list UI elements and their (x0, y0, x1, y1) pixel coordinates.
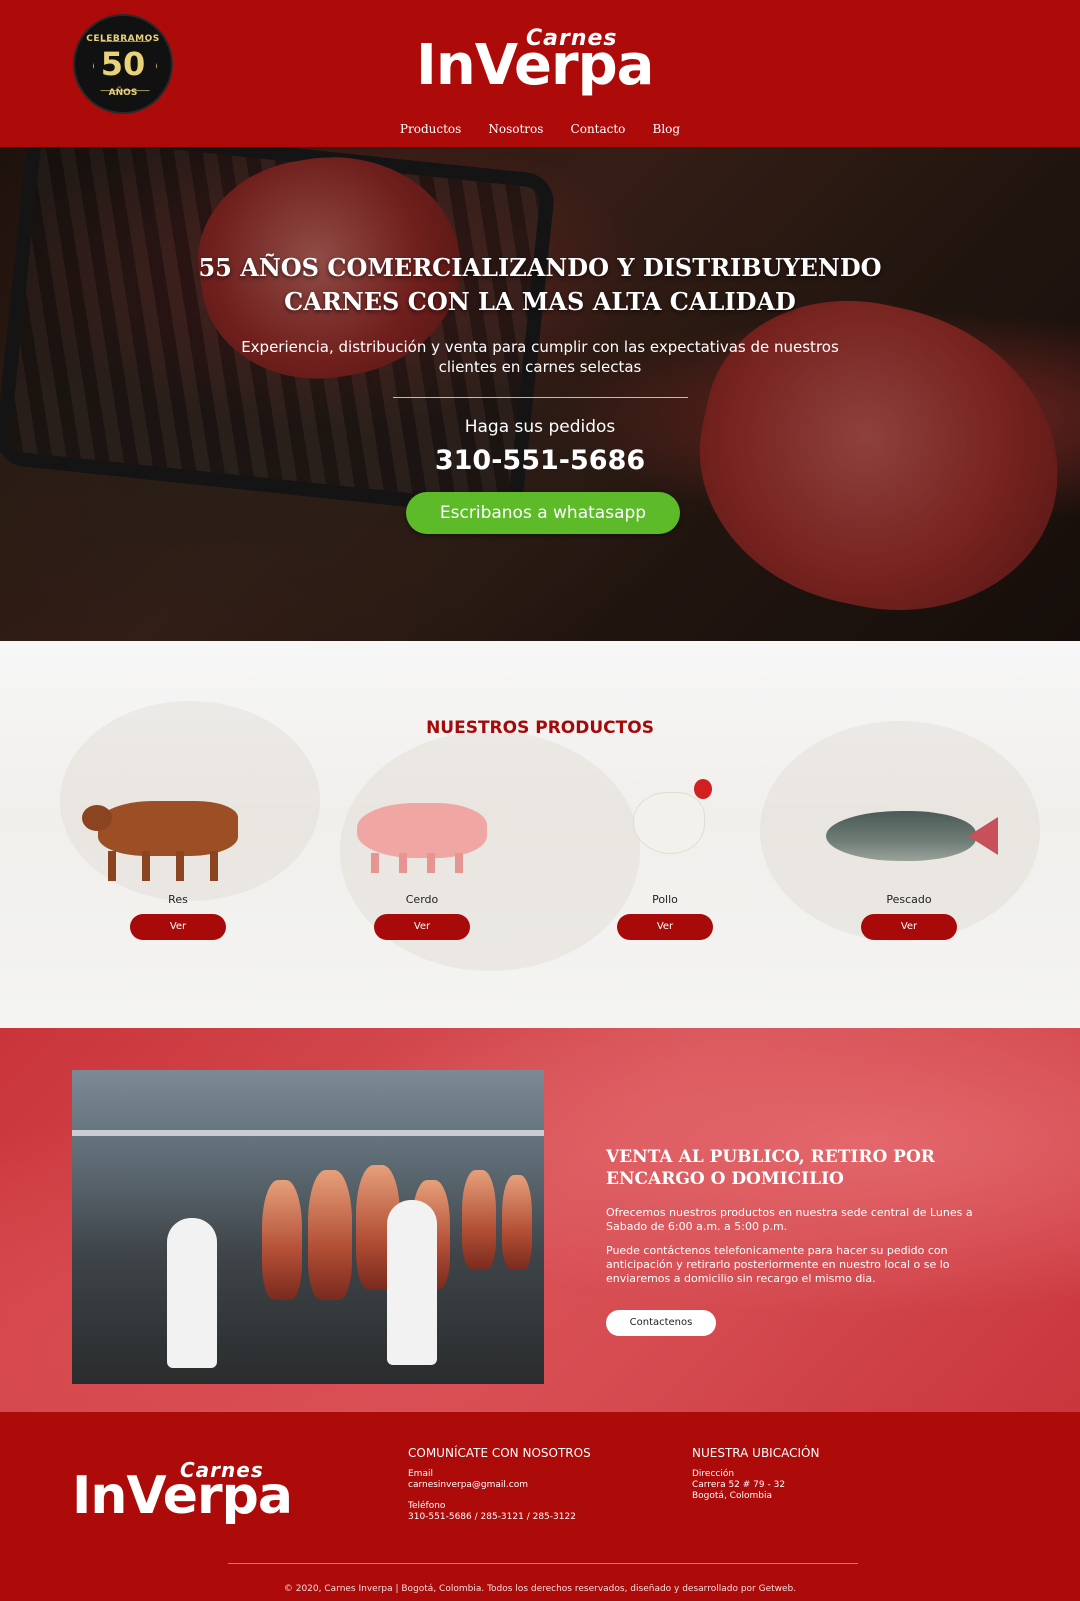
product-view-button[interactable]: Ver (617, 914, 713, 940)
product-name: Pescado (886, 893, 932, 906)
footer-logo[interactable]: Carnes InVerpa (72, 1454, 322, 1532)
photo-worker (387, 1200, 437, 1365)
nav-item-contacto[interactable]: Contacto (571, 122, 626, 136)
badge-top-text: CELEBRAMOS (86, 34, 160, 44)
meat-plant-photo (72, 1070, 544, 1384)
hero-divider (393, 397, 688, 398)
footer-contact-title: COMUNÍCATE CON NOSOTROS (408, 1446, 591, 1460)
product-name: Cerdo (405, 893, 439, 906)
photo-carcass (502, 1175, 532, 1270)
address-line1: Carrera 52 # 79 - 32 (692, 1480, 786, 1490)
products-section: NUESTROS PRODUCTOS Res Ver Cerdo Ver Pol… (0, 641, 1080, 1028)
footer-location: NUESTRA UBICACIÓN Dirección Carrera 52 #… (692, 1446, 932, 1502)
photo-carcass (462, 1170, 496, 1270)
fish-icon (814, 771, 1004, 881)
sales-section: VENTA AL PUBLICO, RETIRO POR ENCARGO O D… (0, 1028, 1080, 1412)
product-view-button[interactable]: Ver (130, 914, 226, 940)
photo-carcass (308, 1170, 352, 1300)
product-card-pollo: Pollo Ver (570, 771, 760, 940)
product-view-button[interactable]: Ver (374, 914, 470, 940)
hero-title: 55 AÑOS COMERCIALIZANDO Y DISTRIBUYENDO … (150, 251, 930, 319)
address-label: Dirección (692, 1469, 735, 1479)
order-label: Haga sus pedidos (464, 417, 616, 437)
copyright: © 2020, Carnes Inverpa | Bogotá, Colombi… (283, 1584, 797, 1594)
logo-big-text: InVerpa (416, 33, 654, 98)
site-header: CELEBRAMOS 50 AÑOS Carnes InVerpa Produc… (0, 0, 1080, 147)
hero-banner: 55 AÑOS COMERCIALIZANDO Y DISTRIBUYENDO … (0, 147, 1080, 641)
main-nav: Productos Nosotros Contacto Blog (0, 118, 1080, 137)
photo-carcass (262, 1180, 302, 1300)
product-name: Res (168, 893, 188, 906)
badge-bottom-text: AÑOS (108, 88, 138, 98)
phone-label: Teléfono (408, 1501, 446, 1511)
footer-logo-big: InVerpa (72, 1466, 293, 1526)
hero-subtitle: Experiencia, distribución y venta para c… (241, 338, 839, 376)
hero-title-line2: CARNES CON LA MAS ALTA CALIDAD (284, 287, 796, 316)
sales-paragraph: Puede contáctenos telefonicamente para h… (606, 1244, 950, 1285)
chicken-icon (570, 771, 760, 881)
product-card-pescado: Pescado Ver (814, 771, 1004, 940)
email-label: Email (408, 1469, 433, 1479)
nav-item-productos[interactable]: Productos (400, 122, 461, 136)
hero-title-line1: 55 AÑOS COMERCIALIZANDO Y DISTRIBUYENDO (198, 253, 882, 282)
hero-overlay (0, 147, 1080, 641)
pig-icon (327, 771, 517, 881)
product-view-button[interactable]: Ver (861, 914, 957, 940)
site-logo[interactable]: Carnes InVerpa (416, 20, 672, 98)
site-footer: Carnes InVerpa COMUNÍCATE CON NOSOTROS E… (0, 1412, 1080, 1601)
products-title: NUESTROS PRODUCTOS (426, 718, 654, 738)
email-value[interactable]: carnesinverpa@gmail.com (408, 1480, 648, 1491)
footer-divider (228, 1563, 858, 1564)
sales-heading: VENTA AL PUBLICO, RETIRO POR ENCARGO O D… (606, 1146, 966, 1190)
order-phone[interactable]: 310-551-5686 (0, 445, 1080, 476)
phone-value[interactable]: 310-551-5686 / 285-3121 / 285-3122 (408, 1512, 648, 1523)
footer-location-title: NUESTRA UBICACIÓN (692, 1446, 820, 1460)
address-line2: Bogotá, Colombia (692, 1491, 772, 1501)
cow-icon (82, 771, 273, 881)
sales-paragraph: Ofrecemos nuestros productos en nuestra … (606, 1206, 973, 1233)
nav-item-blog[interactable]: Blog (653, 122, 681, 136)
nav-item-nosotros[interactable]: Nosotros (488, 122, 543, 136)
product-name: Pollo (652, 893, 678, 906)
photo-rail (72, 1130, 544, 1136)
product-card-cerdo: Cerdo Ver (327, 771, 517, 940)
contact-button[interactable]: Contactenos (606, 1310, 716, 1336)
whatsapp-button[interactable]: Escribanos a whatasapp (406, 492, 680, 534)
sales-heading-line2: ENCARGO O DOMICILIO (606, 1169, 844, 1189)
sales-heading-line1: VENTA AL PUBLICO, RETIRO POR (606, 1147, 935, 1167)
badge-number: 50 (100, 45, 146, 83)
anniversary-badge: CELEBRAMOS 50 AÑOS (73, 14, 173, 114)
photo-worker (167, 1218, 217, 1368)
product-card-res: Res Ver (82, 771, 273, 940)
footer-contact: COMUNÍCATE CON NOSOTROS Email carnesinve… (408, 1446, 648, 1523)
